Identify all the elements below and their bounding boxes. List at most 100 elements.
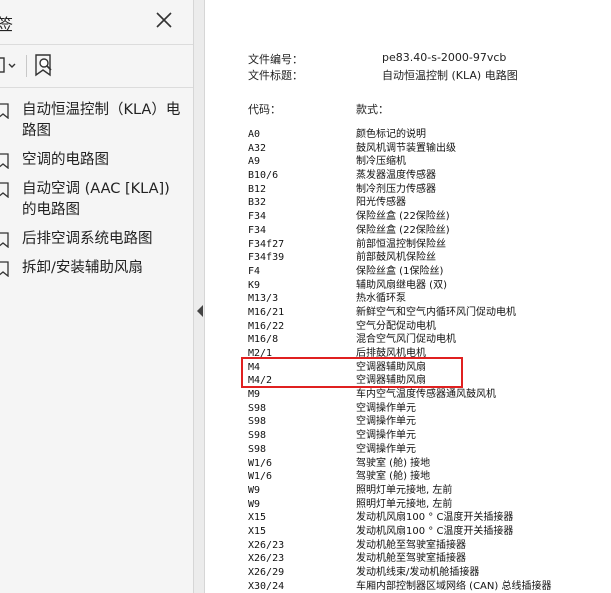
bookmark-item-ac-circuit[interactable]: 空调的电路图 (0, 146, 193, 175)
component-code: F34 (248, 224, 267, 236)
component-code: B32 (248, 197, 267, 209)
bookmarks-panel: 签 自动恒温控制（KLA）电路图 空调的电路图 自动空调 (AAC [KLA])… (0, 0, 193, 593)
component-code: M16/21 (248, 306, 285, 318)
table-row: M16/22 空气分配促动电机 (205, 320, 611, 334)
component-code: X30/24 (248, 580, 285, 592)
component-description: 车厢内部控制器区域网络 (CAN) 总线插接器 (356, 580, 552, 592)
bookmark-label: 后排空调系统电路图 (22, 231, 153, 247)
code-column-header: 代码： (248, 103, 281, 116)
table-row: M4 空调器辅助风扇 (205, 361, 611, 375)
component-code: M4 (248, 361, 261, 373)
component-description: 发动机舱至驾驶室插接器 (356, 539, 466, 551)
table-row: F34f39 前部鼓风机保险丝 (205, 251, 611, 265)
panel-title: 签 (0, 15, 14, 34)
panel-splitter[interactable] (193, 0, 205, 593)
component-description: 前部恒温控制保险丝 (356, 238, 446, 250)
component-code: F4 (248, 265, 261, 277)
table-row: W1/6 驾驶室 (舱) 接地 (205, 470, 611, 484)
bookmark-search-icon[interactable] (33, 53, 57, 79)
table-row: M9 车内空气温度传感器通风鼓风机 (205, 388, 611, 402)
component-code: F34f39 (248, 252, 285, 264)
file-number-label: 文件编号： (248, 53, 303, 66)
component-description: 发动机线束/发动机舱插接器 (356, 567, 480, 578)
component-description: 照明灯单元接地, 左前 (356, 498, 453, 510)
component-description: 保险丝盒 (1保险丝) (356, 265, 444, 277)
component-description: 驾驶室 (舱) 接地 (356, 457, 431, 469)
component-code: A32 (248, 142, 267, 154)
component-code: M2/1 (248, 348, 273, 359)
table-row: B10/6 蒸发器温度传感器 (205, 169, 611, 183)
table-row: W9 照明灯单元接地, 左前 (205, 484, 611, 498)
bookmark-label: 拆卸/安装辅助风扇 (22, 260, 143, 276)
component-description: 空调器辅助风扇 (356, 375, 426, 387)
component-description: 新鲜空气和空气内循环风门促动电机 (356, 306, 516, 318)
component-description: 空调操作单元 (356, 443, 416, 455)
component-code: W1/6 (248, 471, 273, 483)
component-description: 热水循环泵 (356, 293, 406, 305)
component-code: X26/23 (248, 553, 285, 565)
component-description: 发动机舱至驾驶室插接器 (356, 553, 466, 565)
component-description: 颜色标记的说明 (356, 129, 426, 140)
desc-column-header: 款式： (356, 103, 389, 116)
component-code: M4/2 (248, 375, 273, 387)
bookmark-label: 自动恒温控制（KLA）电路图 (22, 102, 181, 139)
bookmark-item-aux-fan[interactable]: 拆卸/安装辅助风扇 (0, 254, 193, 283)
component-table: A0 颜色标记的说明 A32 鼓风机调节装置输出级 A9 制冷压缩机 B10/6 蒸发器温度传… (205, 128, 611, 593)
table-row: M16/21 新鲜空气和空气内循环风门促动电机 (205, 306, 611, 320)
component-code: X26/23 (248, 539, 285, 551)
bookmark-options-dropdown[interactable] (0, 55, 18, 77)
component-code: X15 (248, 512, 267, 524)
bookmark-icon (0, 261, 9, 278)
file-title-label: 文件标题： (248, 69, 303, 82)
component-code: K9 (248, 279, 261, 291)
bookmark-item-rear-ac[interactable]: 后排空调系统电路图 (0, 225, 193, 254)
panel-header: 签 (0, 0, 193, 45)
bookmark-label: 空调的电路图 (22, 152, 109, 168)
table-row: F34 保险丝盒 (22保险丝) (205, 224, 611, 238)
component-description: 保险丝盒 (22保险丝) (356, 224, 450, 236)
table-row: A32 鼓风机调节装置输出级 (205, 142, 611, 156)
table-row: K9 辅助风扇继电器 (双) (205, 279, 611, 293)
bookmark-icon (0, 182, 9, 199)
close-icon[interactable] (150, 6, 178, 34)
component-description: 空调操作单元 (356, 430, 416, 442)
component-code: S98 (248, 443, 267, 455)
table-row: B12 制冷剂压力传感器 (205, 183, 611, 197)
table-row: M2/1 后排鼓风机电机 (205, 347, 611, 361)
component-description: 阳光传感器 (356, 197, 406, 209)
component-description: 鼓风机调节装置输出级 (356, 142, 456, 154)
component-code: B12 (248, 183, 267, 195)
table-row: X26/23 发动机舱至驾驶室插接器 (205, 552, 611, 566)
component-code: S98 (248, 416, 267, 428)
panel-toolbar (0, 45, 193, 88)
component-code: B10/6 (248, 170, 279, 182)
component-code: S98 (248, 430, 267, 442)
component-description: 空调器辅助风扇 (356, 361, 426, 373)
bookmark-list: 自动恒温控制（KLA）电路图 空调的电路图 自动空调 (AAC [KLA]) 的… (0, 96, 193, 283)
component-description: 制冷压缩机 (356, 156, 406, 168)
table-row: B32 阳光传感器 (205, 196, 611, 210)
table-row: F34f27 前部恒温控制保险丝 (205, 238, 611, 252)
collapse-left-icon[interactable] (196, 302, 204, 317)
table-row: F34 保险丝盒 (22保险丝) (205, 210, 611, 224)
component-code: M16/8 (248, 334, 279, 346)
table-row: M13/3 热水循环泵 (205, 292, 611, 306)
component-code: W9 (248, 484, 261, 496)
component-description: 照明灯单元接地, 左前 (356, 484, 453, 496)
component-description: 蒸发器温度传感器 (356, 170, 436, 182)
component-description: 发动机风扇100 ° C温度开关插接器 (356, 512, 514, 524)
component-description: 辅助风扇继电器 (双) (356, 279, 447, 291)
bookmark-item-aac[interactable]: 自动空调 (AAC [KLA]) 的电路图 (0, 175, 193, 225)
document-page: 文件编号： pe83.40-s-2000-97vcb 文件标题： 自动恒温控制 … (205, 0, 611, 593)
component-description: 车内空气温度传感器通风鼓风机 (356, 389, 496, 401)
component-description: 后排鼓风机电机 (356, 348, 426, 359)
table-row: S98 空调操作单元 (205, 443, 611, 457)
component-code: M16/22 (248, 320, 285, 332)
component-code: F34 (248, 211, 267, 223)
table-row: A0 颜色标记的说明 (205, 128, 611, 142)
table-row: M4/2 空调器辅助风扇 (205, 374, 611, 388)
table-row: X30/24 车厢内部控制器区域网络 (CAN) 总线插接器 (205, 580, 611, 593)
table-row: M16/8 混合空气风门促动电机 (205, 333, 611, 347)
table-row: W1/6 驾驶室 (舱) 接地 (205, 457, 611, 471)
bookmark-item-kla[interactable]: 自动恒温控制（KLA）电路图 (0, 96, 193, 146)
